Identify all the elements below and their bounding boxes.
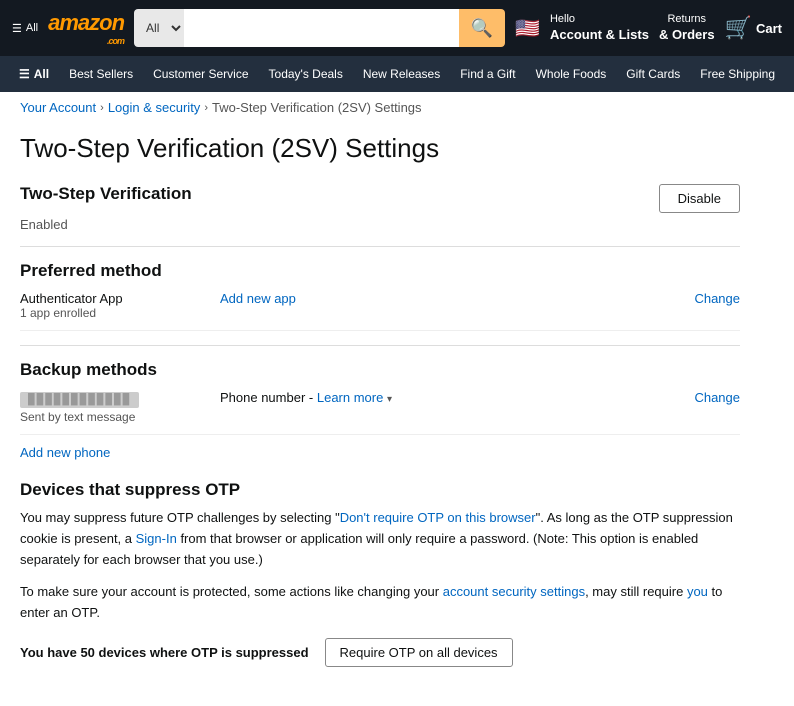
breadcrumb-sep-2: ›	[204, 102, 208, 114]
account-lists-label: Account & Lists	[550, 27, 649, 44]
breadcrumb: Your Account › Login & security › Two-St…	[0, 92, 794, 123]
nav-item-all[interactable]: ☰ All	[10, 62, 58, 86]
preferred-method-label: Authenticator App	[20, 291, 220, 306]
orders-label: & Orders	[659, 27, 715, 44]
search-input[interactable]	[184, 9, 459, 47]
preferred-row: Authenticator App 1 app enrolled Add new…	[20, 281, 740, 331]
two-step-title: Two-Step Verification	[20, 184, 192, 204]
breadcrumb-sep-1: ›	[100, 102, 104, 114]
sent-by-label: Sent by text message	[20, 410, 220, 424]
preferred-change: Change	[694, 291, 740, 306]
flag-icon: 🇺🇸	[515, 16, 540, 41]
learn-more-link[interactable]: Learn more	[317, 390, 383, 405]
preferred-method-info: Authenticator App 1 app enrolled	[20, 291, 220, 320]
breadcrumb-your-account[interactable]: Your Account	[20, 100, 96, 115]
cart-icon: 🛒	[725, 15, 752, 41]
hamburger-label: All	[26, 22, 38, 34]
backup-change-link[interactable]: Change	[694, 390, 740, 405]
add-new-app-link[interactable]: Add new app	[220, 291, 296, 306]
otp-suppressed-count: You have 50 devices where OTP is suppres…	[20, 645, 309, 660]
hello-label: Hello	[550, 12, 649, 26]
hamburger-icon: ☰	[12, 22, 22, 35]
two-step-status: Enabled	[20, 217, 740, 232]
otp-description-1: You may suppress future OTP challenges b…	[20, 508, 740, 570]
learn-more-dropdown-icon: ▾	[387, 394, 392, 405]
returns-orders[interactable]: Returns & Orders	[659, 12, 715, 43]
otp-title: Devices that suppress OTP	[20, 480, 740, 500]
cart-button[interactable]: 🛒 Cart	[725, 15, 782, 41]
nav-item-find-a-gift[interactable]: Find a Gift	[451, 62, 524, 86]
nav-item-customer-service[interactable]: Customer Service	[144, 62, 257, 86]
phone-number-text: Phone number	[220, 390, 305, 405]
hamburger-menu[interactable]: ☰ All	[12, 22, 38, 35]
search-button[interactable]: 🔍	[459, 9, 505, 47]
main-content: Two-Step Verification (2SV) Settings Two…	[0, 123, 760, 706]
backup-phone-info: ████████████ Sent by text message	[20, 390, 220, 424]
disable-button[interactable]: Disable	[659, 184, 740, 213]
divider-2	[20, 345, 740, 346]
search-bar: All 🔍	[134, 9, 505, 47]
preferred-title: Preferred method	[20, 261, 740, 281]
otp-description-2: To make sure your account is protected, …	[20, 582, 740, 624]
search-category-select[interactable]: All	[134, 9, 184, 47]
backup-title: Backup methods	[20, 360, 740, 380]
backup-row: ████████████ Sent by text message Phone …	[20, 380, 740, 435]
breadcrumb-current: Two-Step Verification (2SV) Settings	[212, 100, 422, 115]
account-lists-menu[interactable]: Hello Account & Lists	[550, 12, 649, 43]
preferred-add: Add new app	[220, 291, 694, 306]
nav-item-new-releases[interactable]: New Releases	[354, 62, 449, 86]
sign-in-link: Sign-In	[136, 531, 177, 546]
dont-require-link: Don't require OTP on this browser	[340, 510, 536, 525]
nav-item-best-sellers[interactable]: Best Sellers	[60, 62, 142, 86]
add-new-phone-link[interactable]: Add new phone	[20, 445, 110, 460]
nav-item-todays-deals[interactable]: Today's Deals	[260, 62, 352, 86]
backup-phone-label: Phone number - Learn more ▾	[220, 390, 694, 405]
search-icon: 🔍	[471, 18, 493, 38]
breadcrumb-login-security[interactable]: Login & security	[108, 100, 201, 115]
nav-item-free-shipping[interactable]: Free Shipping	[691, 62, 784, 86]
otp-footer: You have 50 devices where OTP is suppres…	[20, 638, 740, 667]
preferred-method-sub: 1 app enrolled	[20, 306, 220, 320]
hamburger-small-icon: ☰	[19, 67, 30, 81]
nav-item-gift-cards[interactable]: Gift Cards	[617, 62, 689, 86]
you-link: you	[687, 584, 708, 599]
otp-section: Devices that suppress OTP You may suppre…	[20, 480, 740, 667]
phone-blurred: ████████████	[20, 392, 139, 408]
returns-label: Returns	[659, 12, 715, 26]
page-title: Two-Step Verification (2SV) Settings	[20, 133, 740, 164]
preferred-change-link[interactable]: Change	[694, 291, 740, 306]
add-phone-container: Add new phone	[20, 435, 740, 460]
header: ☰ All amazon .com All 🔍 🇺🇸 Hello Account…	[0, 0, 794, 56]
nav-bar: ☰ All Best Sellers Customer Service Toda…	[0, 56, 794, 92]
require-otp-button[interactable]: Require OTP on all devices	[325, 638, 513, 667]
account-security-link: account security settings	[443, 584, 585, 599]
backup-change: Change	[694, 390, 740, 405]
nav-item-registry[interactable]: Registry	[786, 62, 794, 86]
divider-1	[20, 246, 740, 247]
cart-label: Cart	[756, 21, 782, 36]
two-step-header: Two-Step Verification Disable	[20, 184, 740, 213]
amazon-logo[interactable]: amazon .com	[48, 10, 124, 46]
nav-item-whole-foods[interactable]: Whole Foods	[527, 62, 616, 86]
